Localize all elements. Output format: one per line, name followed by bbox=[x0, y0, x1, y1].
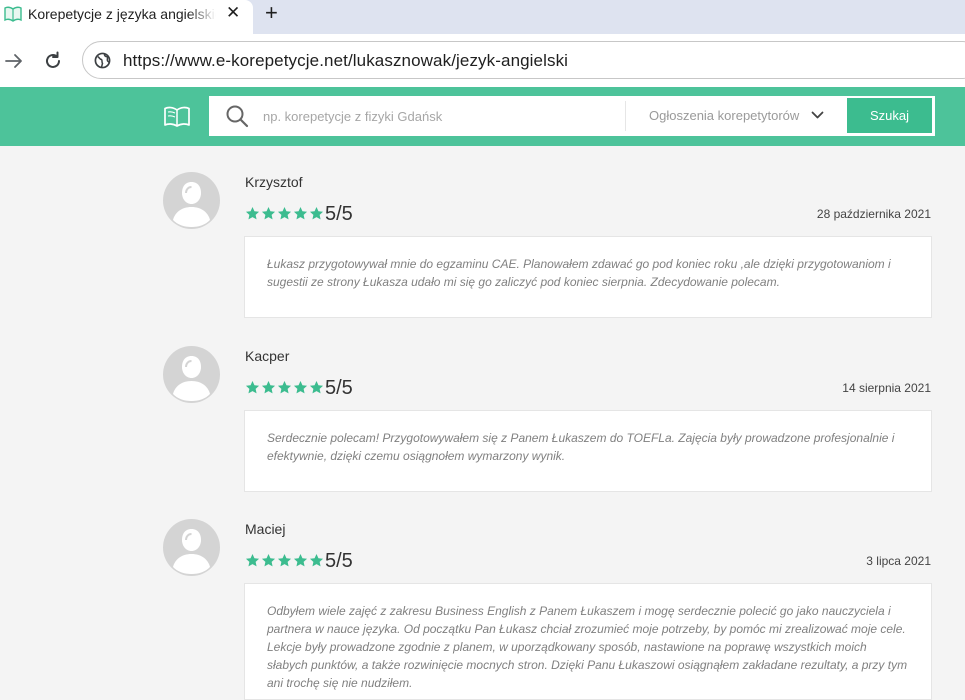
star-icon bbox=[277, 553, 292, 567]
browser-tab[interactable]: Korepetycje z języka angielskiego ✕ bbox=[0, 0, 253, 34]
tab-title: Korepetycje z języka angielskiego bbox=[28, 6, 216, 22]
search-button[interactable]: Szukaj bbox=[847, 98, 932, 133]
reviewer-name: Krzysztof bbox=[245, 174, 303, 190]
avatar-icon bbox=[163, 519, 220, 576]
reload-icon[interactable] bbox=[42, 50, 64, 72]
reviewer-name: Maciej bbox=[245, 521, 286, 537]
url-text[interactable]: https://www.e-korepetycje.net/lukasznowa… bbox=[123, 51, 568, 71]
site-info-icon[interactable] bbox=[94, 52, 111, 69]
star-icon bbox=[293, 206, 308, 220]
review-text: Łukasz przygotowywał mnie do egzaminu CA… bbox=[244, 236, 932, 318]
review-date: 3 lipca 2021 bbox=[866, 554, 931, 568]
tab-close-icon[interactable]: ✕ bbox=[226, 3, 240, 23]
rating-score: 5/5 bbox=[325, 203, 353, 225]
star-icon bbox=[261, 380, 276, 394]
search-bar: Ogłoszenia korepetytorów Szukaj bbox=[209, 96, 935, 136]
review-text: Serdecznie polecam! Przygotowywałem się … bbox=[244, 410, 932, 492]
new-tab-button[interactable]: + bbox=[265, 1, 278, 25]
forward-arrow-icon[interactable] bbox=[3, 50, 25, 72]
star-icon bbox=[309, 206, 324, 220]
search-divider bbox=[625, 101, 626, 131]
star-icon bbox=[245, 206, 260, 220]
book-logo-icon[interactable] bbox=[163, 106, 191, 128]
star-icon bbox=[261, 206, 276, 220]
chevron-down-icon[interactable] bbox=[811, 110, 824, 120]
rating-score: 5/5 bbox=[325, 550, 353, 572]
star-icon bbox=[277, 380, 292, 394]
star-icon bbox=[277, 206, 292, 220]
site-header: Ogłoszenia korepetytorów Szukaj bbox=[0, 87, 965, 146]
search-icon[interactable] bbox=[225, 104, 249, 128]
review-text: Odbyłem wiele zajęć z zakresu Business E… bbox=[244, 583, 932, 700]
star-rating bbox=[245, 206, 324, 224]
review-date: 14 sierpnia 2021 bbox=[842, 381, 931, 395]
star-icon bbox=[261, 553, 276, 567]
address-bar[interactable]: https://www.e-korepetycje.net/lukasznowa… bbox=[82, 41, 965, 79]
star-rating bbox=[245, 380, 324, 398]
book-favicon-icon bbox=[4, 6, 22, 22]
star-rating bbox=[245, 553, 324, 571]
reviewer-name: Kacper bbox=[245, 348, 290, 364]
review-date: 28 października 2021 bbox=[816, 207, 931, 221]
rating-score: 5/5 bbox=[325, 377, 353, 399]
star-icon bbox=[309, 380, 324, 394]
search-input[interactable] bbox=[263, 96, 623, 136]
star-icon bbox=[309, 553, 324, 567]
browser-tab-bar: Korepetycje z języka angielskiego ✕ + bbox=[0, 0, 965, 34]
browser-toolbar: https://www.e-korepetycje.net/lukasznowa… bbox=[0, 34, 965, 87]
avatar-icon bbox=[163, 346, 220, 403]
star-icon bbox=[293, 380, 308, 394]
star-icon bbox=[293, 553, 308, 567]
star-icon bbox=[245, 380, 260, 394]
avatar-icon bbox=[163, 172, 220, 229]
star-icon bbox=[245, 553, 260, 567]
category-select[interactable]: Ogłoszenia korepetytorów bbox=[649, 108, 799, 123]
